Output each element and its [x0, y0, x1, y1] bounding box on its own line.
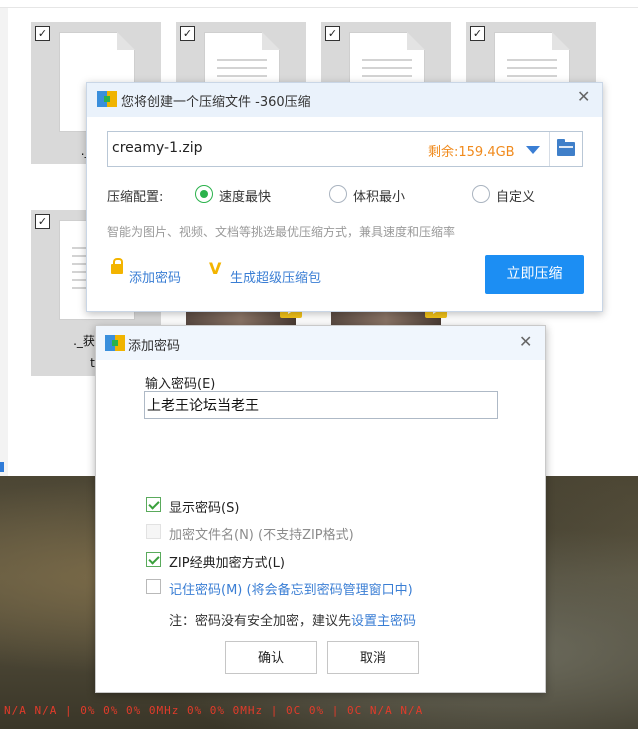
divider: [549, 132, 550, 166]
super-archive-link[interactable]: 生成超级压缩包: [230, 267, 321, 286]
dialog-titlebar[interactable]: 您将创建一个压缩文件 -360压缩 ✕: [87, 83, 602, 117]
remember-password-checkbox[interactable]: [146, 579, 161, 594]
add-password-link[interactable]: 添加密码: [129, 267, 181, 286]
select-checkbox[interactable]: ✓: [470, 26, 485, 41]
dialog-titlebar[interactable]: 添加密码 ✕: [96, 326, 545, 360]
option-fastest-label[interactable]: 速度最快: [219, 186, 271, 205]
cancel-button[interactable]: 取消: [327, 641, 419, 674]
select-checkbox[interactable]: ✓: [325, 26, 340, 41]
free-space-label: 剩余:159.4GB: [428, 145, 515, 160]
password-label: 输入密码(E): [145, 377, 216, 392]
archive-filename[interactable]: creamy-1.zip: [112, 140, 203, 156]
show-password-checkbox[interactable]: [146, 497, 161, 512]
navigation-pane[interactable]: [0, 8, 8, 476]
compress-dialog: 您将创建一个压缩文件 -360压缩 ✕ creamy-1.zip 剩余:159.…: [86, 82, 603, 312]
vip-icon[interactable]: V: [209, 261, 221, 277]
dialog-title: 添加密码: [128, 339, 181, 354]
option-smallest-label[interactable]: 体积最小: [353, 186, 405, 205]
select-checkbox[interactable]: ✓: [35, 214, 50, 229]
radio-fastest[interactable]: [195, 185, 213, 203]
set-master-password-link[interactable]: 设置主密码: [351, 614, 416, 629]
remember-password-label[interactable]: 记住密码(M) (将会备忘到密码管理窗口中): [169, 579, 413, 598]
radio-smallest[interactable]: [329, 185, 347, 203]
config-label: 压缩配置:: [107, 190, 164, 205]
archive-app-icon: [105, 335, 125, 351]
encrypt-filenames-checkbox: [146, 524, 161, 539]
confirm-button[interactable]: 确认: [225, 641, 317, 674]
note-text: 注：密码没有安全加密，建议先: [169, 614, 352, 629]
encrypt-filenames-label: 加密文件名(N) (不支持ZIP格式): [169, 528, 354, 543]
compression-hint: 智能为图片、视频、文档等挑选最优压缩方式，兼具速度和压缩率: [107, 225, 456, 239]
folder-icon[interactable]: [557, 139, 575, 156]
dialog-title: 您将创建一个压缩文件 -360压缩: [121, 95, 311, 110]
hardware-monitor-overlay: N/A N/A | 0% 0% 0% 0MHz 0% 0% 0MHz | 0C …: [4, 704, 424, 717]
show-password-label[interactable]: 显示密码(S): [169, 497, 239, 516]
chevron-down-icon[interactable]: [526, 146, 540, 154]
option-custom-label[interactable]: 自定义: [496, 186, 535, 205]
lock-icon[interactable]: [111, 258, 123, 274]
add-password-dialog: 添加密码 ✕ 输入密码(E) 上老王论坛当老王 显示密码(S) 加密文件名(N)…: [95, 325, 546, 693]
nav-marker: [0, 462, 4, 472]
select-checkbox[interactable]: ✓: [180, 26, 195, 41]
radio-custom[interactable]: [472, 185, 490, 203]
close-icon[interactable]: ✕: [577, 89, 590, 105]
close-icon[interactable]: ✕: [519, 334, 532, 350]
archive-name-field[interactable]: creamy-1.zip 剩余:159.4GB: [107, 131, 583, 167]
divider: [0, 7, 638, 8]
select-checkbox[interactable]: ✓: [35, 26, 50, 41]
zip-classic-encryption-label[interactable]: ZIP经典加密方式(L): [169, 552, 285, 571]
archive-app-icon: [97, 91, 117, 107]
zip-classic-encryption-checkbox[interactable]: [146, 552, 161, 567]
security-note: 注：密码没有安全加密，建议先设置主密码: [169, 610, 416, 629]
password-input[interactable]: 上老王论坛当老王: [144, 391, 498, 419]
compress-now-button[interactable]: 立即压缩: [485, 255, 584, 294]
